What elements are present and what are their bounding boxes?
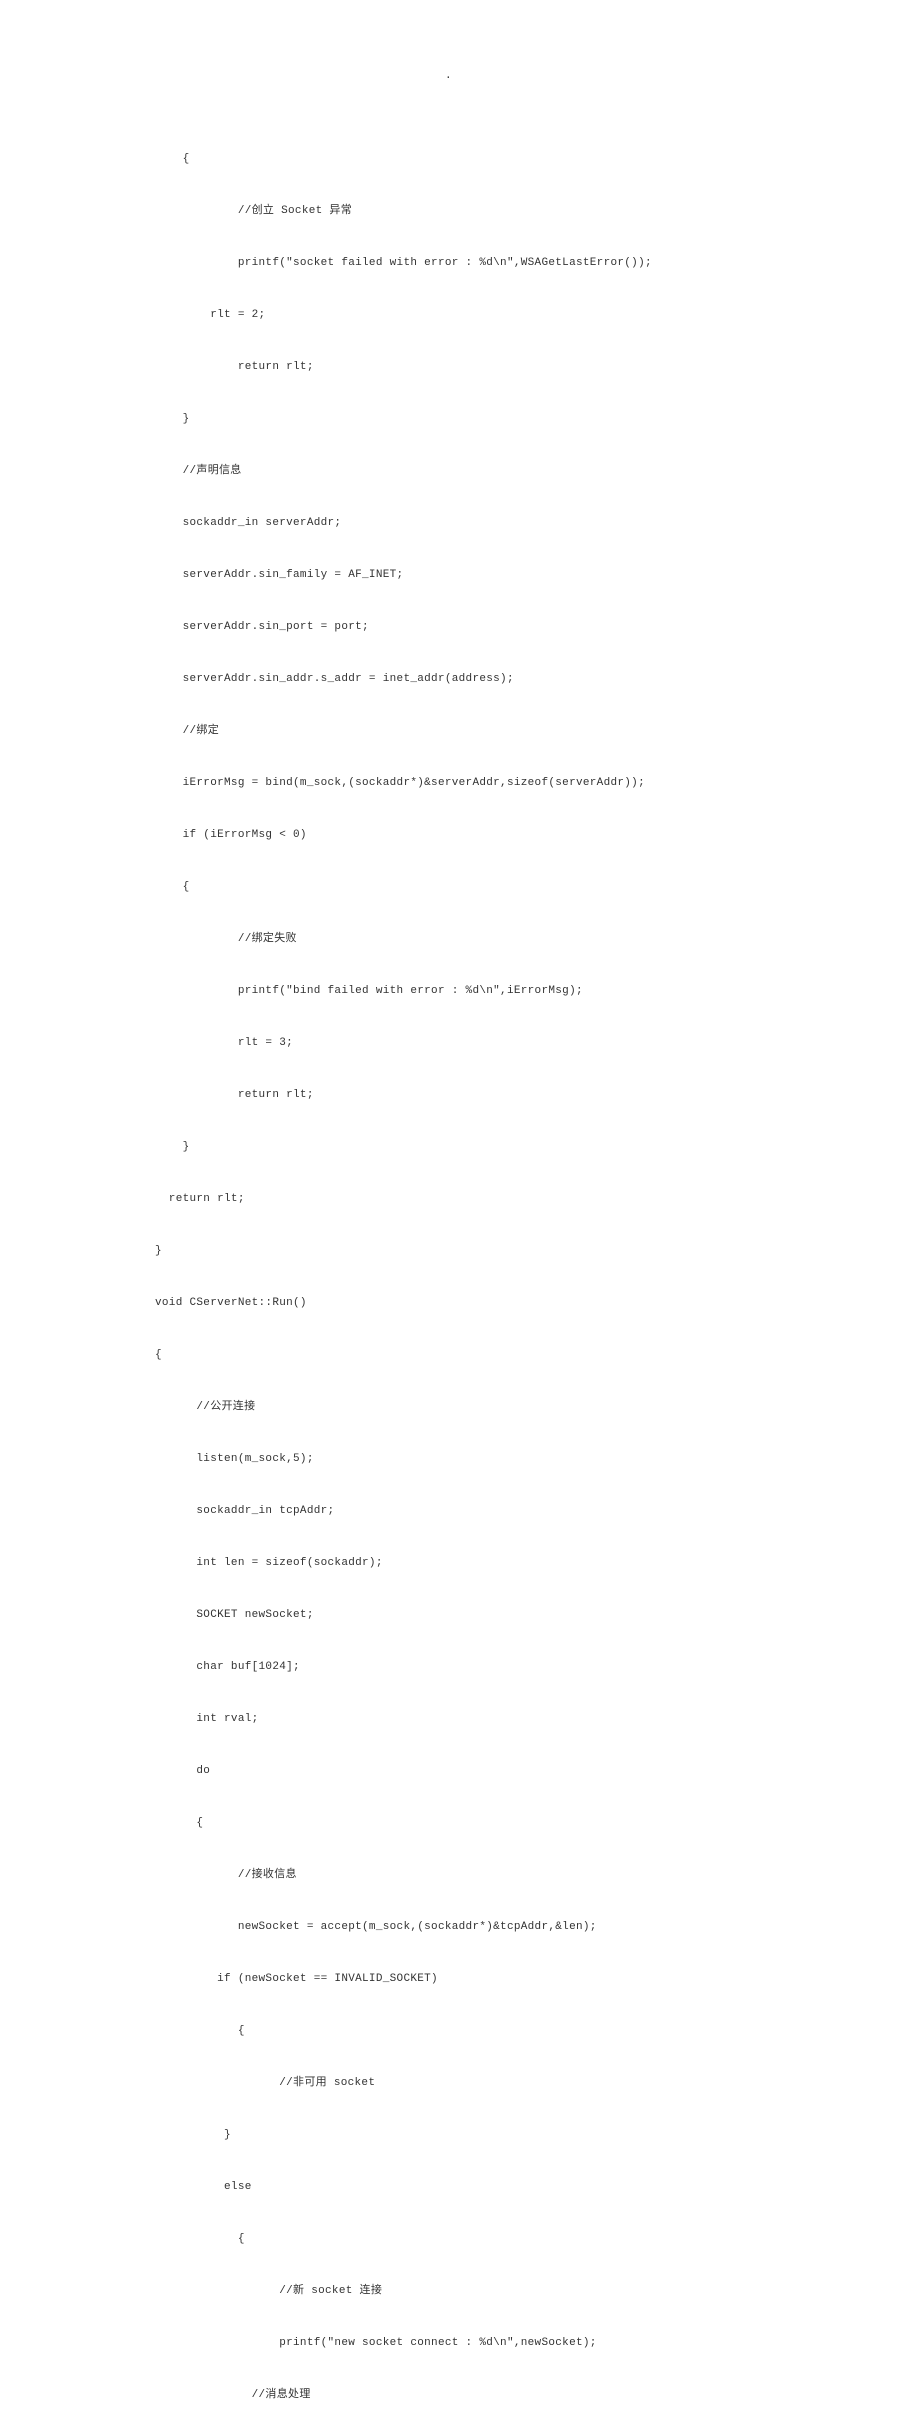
- code-line: //公开连接: [155, 1394, 835, 1420]
- code-line: //绑定: [155, 718, 835, 744]
- code-line: {: [155, 2018, 835, 2044]
- code-line: int rval;: [155, 1706, 835, 1732]
- code-line: }: [155, 406, 835, 432]
- code-line: do: [155, 1758, 835, 1784]
- code-line: //非可用 socket: [155, 2070, 835, 2096]
- code-line: sockaddr_in tcpAddr;: [155, 1498, 835, 1524]
- code-line: //声明信息: [155, 458, 835, 484]
- code-line: {: [155, 1342, 835, 1368]
- code-line: //新 socket 连接: [155, 2278, 835, 2304]
- code-line: serverAddr.sin_port = port;: [155, 614, 835, 640]
- code-line: printf("new socket connect : %d\n",newSo…: [155, 2330, 835, 2356]
- code-line: printf("socket failed with error : %d\n"…: [155, 250, 835, 276]
- code-line: {: [155, 1810, 835, 1836]
- code-line: //消息处理: [155, 2382, 835, 2408]
- code-line: int len = sizeof(sockaddr);: [155, 1550, 835, 1576]
- page-marker: .: [445, 70, 452, 82]
- code-line: //创立 Socket 异常: [155, 198, 835, 224]
- code-line: void CServerNet::Run(): [155, 1290, 835, 1316]
- code-line: //接收信息: [155, 1862, 835, 1888]
- code-block: { //创立 Socket 异常 printf("socket failed w…: [155, 120, 835, 2434]
- code-line: char buf[1024];: [155, 1654, 835, 1680]
- code-line: listen(m_sock,5);: [155, 1446, 835, 1472]
- code-line: if (iErrorMsg < 0): [155, 822, 835, 848]
- code-line: //绑定失败: [155, 926, 835, 952]
- code-line: }: [155, 2122, 835, 2148]
- code-line: rlt = 2;: [155, 302, 835, 328]
- code-line: SOCKET newSocket;: [155, 1602, 835, 1628]
- code-line: }: [155, 1134, 835, 1160]
- code-line: return rlt;: [155, 1082, 835, 1108]
- code-line: if (newSocket == INVALID_SOCKET): [155, 1966, 835, 1992]
- code-line: {: [155, 146, 835, 172]
- code-line: sockaddr_in serverAddr;: [155, 510, 835, 536]
- code-line: return rlt;: [155, 1186, 835, 1212]
- code-line: {: [155, 874, 835, 900]
- code-line: printf("bind failed with error : %d\n",i…: [155, 978, 835, 1004]
- code-line: }: [155, 1238, 835, 1264]
- code-line: serverAddr.sin_addr.s_addr = inet_addr(a…: [155, 666, 835, 692]
- code-line: newSocket = accept(m_sock,(sockaddr*)&tc…: [155, 1914, 835, 1940]
- code-line: else: [155, 2174, 835, 2200]
- code-line: iErrorMsg = bind(m_sock,(sockaddr*)&serv…: [155, 770, 835, 796]
- code-line: serverAddr.sin_family = AF_INET;: [155, 562, 835, 588]
- code-line: {: [155, 2226, 835, 2252]
- code-line: return rlt;: [155, 354, 835, 380]
- code-line: rlt = 3;: [155, 1030, 835, 1056]
